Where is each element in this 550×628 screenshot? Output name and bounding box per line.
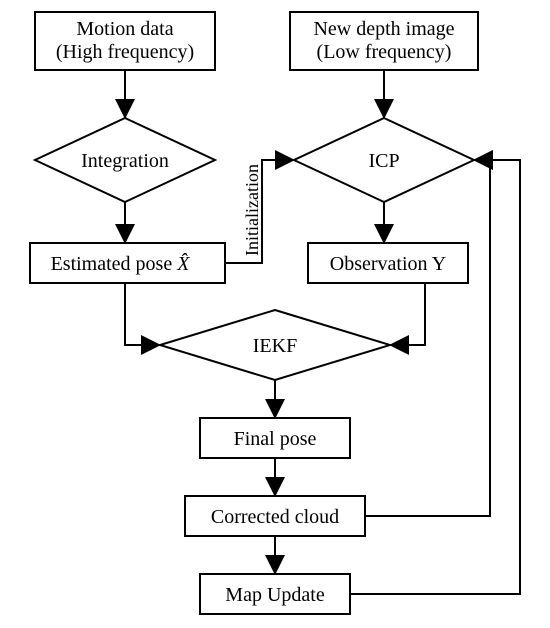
edge-estpose-to-iekf xyxy=(125,283,157,345)
icp-label: ICP xyxy=(368,150,399,172)
integration-label: Integration xyxy=(81,150,169,172)
motion-line1: Motion data xyxy=(76,18,173,40)
initialization-label: Initialization xyxy=(242,164,262,256)
motion-line2: (High frequency) xyxy=(56,41,194,63)
corrected-cloud-label: Corrected cloud xyxy=(211,506,339,528)
final-pose-label: Final pose xyxy=(234,428,317,450)
edge-mapupdate-to-icp xyxy=(350,160,520,594)
edge-observation-to-iekf xyxy=(393,283,425,345)
depth-line2: (Low frequency) xyxy=(317,41,452,63)
estimated-pose-label: Estimated pose X̂ xyxy=(51,252,191,275)
depth-line1: New depth image xyxy=(313,18,454,40)
flowchart: Motion data (High frequency) New depth i… xyxy=(0,0,550,628)
observation-label: Observation Y xyxy=(330,253,446,275)
map-update-label: Map Update xyxy=(225,584,325,606)
iekf-label: IEKF xyxy=(253,335,297,357)
